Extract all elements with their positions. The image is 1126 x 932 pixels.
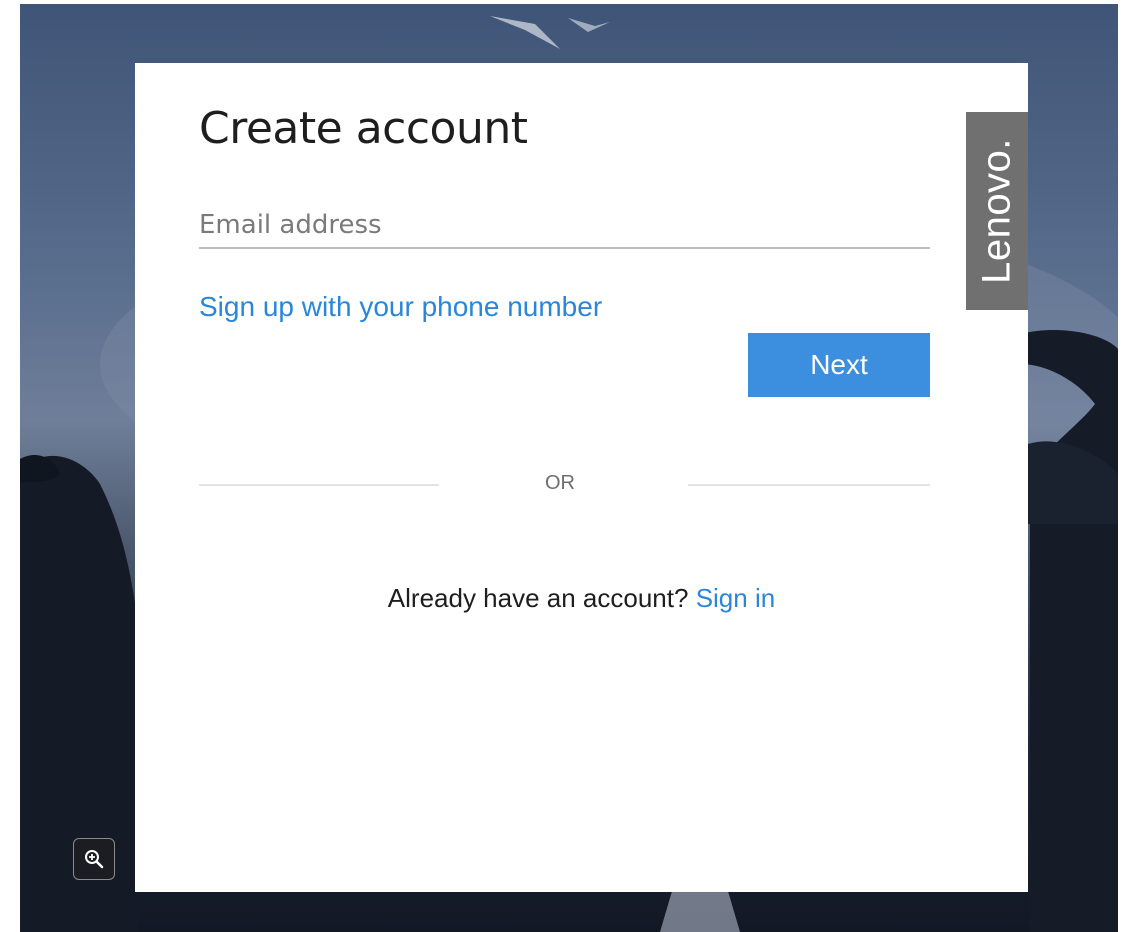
lenovo-logo-text: Lenovo. <box>974 138 1019 284</box>
page: Create account Sign up with your phone n… <box>0 0 1126 932</box>
signup-card: Create account Sign up with your phone n… <box>135 63 1028 892</box>
lenovo-logo: Lenovo. <box>966 112 1028 310</box>
next-button[interactable]: Next <box>748 333 930 397</box>
zoom-in-icon <box>85 850 104 869</box>
signin-link[interactable]: Sign in <box>696 583 776 613</box>
phone-signup-link[interactable]: Sign up with your phone number <box>199 291 602 323</box>
email-field[interactable] <box>199 203 930 249</box>
zoom-button[interactable] <box>73 838 115 880</box>
page-title: Create account <box>199 103 528 154</box>
divider-right <box>688 484 930 486</box>
or-divider-text: OR <box>545 472 575 494</box>
divider-left <box>199 484 439 486</box>
signin-prompt-text: Already have an account? <box>387 583 689 613</box>
signin-prompt-row: Already have an account? Sign in <box>135 583 1028 614</box>
